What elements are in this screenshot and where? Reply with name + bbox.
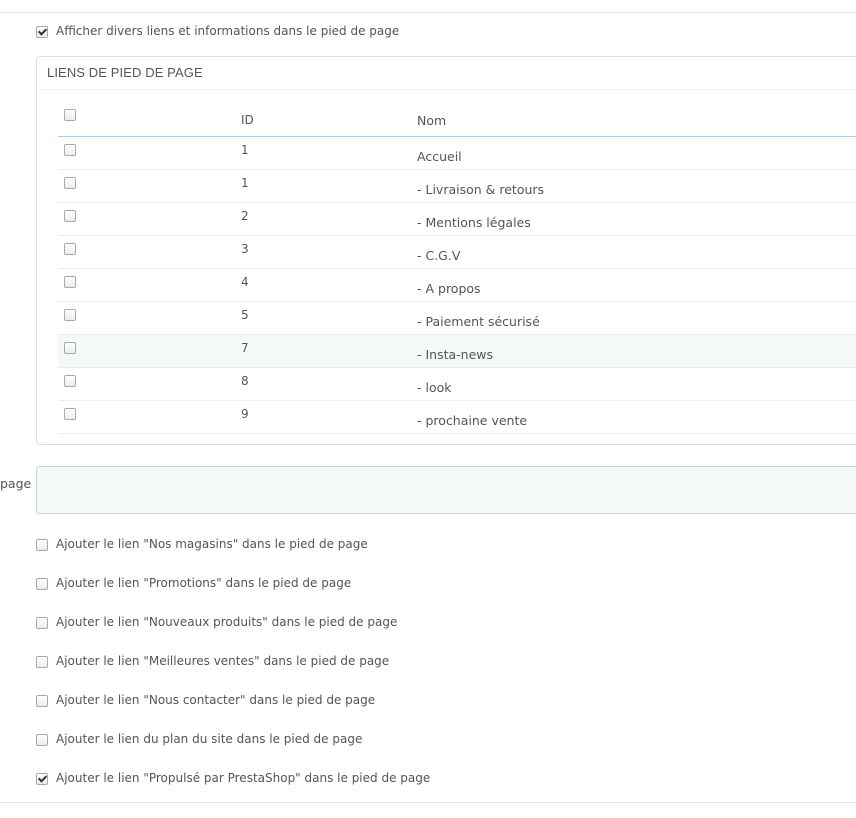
- row-name: - Livraison & retours: [417, 182, 545, 197]
- row-id: 1: [241, 143, 249, 157]
- option-best-sales-label: Ajouter le lien "Meilleures ventes" dans…: [56, 654, 390, 668]
- footer-links-panel: LIENS DE PIED DE PAGE ID Nom 1 Accueil 1…: [36, 56, 856, 445]
- table-row[interactable]: 2 - Mentions légales: [58, 203, 856, 236]
- row-name: - C.G.V: [417, 248, 461, 263]
- table-row[interactable]: 1 - Livraison & retours: [58, 170, 856, 203]
- row-name: - Paiement sécurisé: [417, 314, 540, 329]
- option-sitemap-checkbox[interactable]: [36, 734, 48, 746]
- row-checkbox[interactable]: [64, 408, 76, 420]
- row-name: - Insta-news: [417, 347, 494, 362]
- option-promotions-label: Ajouter le lien "Promotions" dans le pie…: [56, 576, 352, 590]
- row-id: 3: [241, 242, 249, 256]
- row-id: 1: [241, 176, 249, 190]
- option-stores-checkbox[interactable]: [36, 539, 48, 551]
- option-stores-label: Ajouter le lien "Nos magasins" dans le p…: [56, 537, 368, 551]
- row-checkbox[interactable]: [64, 243, 76, 255]
- show-footer-info-checkbox[interactable]: [36, 26, 48, 38]
- row-id: 2: [241, 209, 249, 223]
- option-contact-label: Ajouter le lien "Nous contacter" dans le…: [56, 693, 376, 707]
- option-new-products-label: Ajouter le lien "Nouveaux produits" dans…: [56, 615, 398, 629]
- table-header-row: ID Nom: [58, 98, 856, 137]
- panel-title: LIENS DE PIED DE PAGE: [47, 65, 203, 80]
- row-checkbox[interactable]: [64, 276, 76, 288]
- footer-links-table: ID Nom 1 Accueil 1 - Livraison & retours…: [58, 98, 856, 434]
- option-new-products-checkbox[interactable]: [36, 617, 48, 629]
- option-powered-by-label: Ajouter le lien "Propulsé par PrestaShop…: [56, 771, 431, 785]
- panel-heading: LIENS DE PIED DE PAGE: [37, 57, 856, 90]
- row-id: 4: [241, 275, 249, 289]
- table-row[interactable]: 4 - A propos: [58, 269, 856, 302]
- row-name: - look: [417, 380, 452, 395]
- row-id: 7: [241, 341, 249, 355]
- row-checkbox[interactable]: [64, 177, 76, 189]
- column-header-id: ID: [241, 113, 254, 127]
- row-checkbox[interactable]: [64, 210, 76, 222]
- option-best-sales-checkbox[interactable]: [36, 656, 48, 668]
- show-footer-info-label: Afficher divers liens et informations da…: [56, 24, 400, 38]
- option-contact-checkbox[interactable]: [36, 695, 48, 707]
- column-header-name: Nom: [417, 113, 447, 128]
- row-name: Accueil: [417, 149, 462, 164]
- row-checkbox[interactable]: [64, 144, 76, 156]
- row-id: 9: [241, 407, 249, 421]
- row-id: 5: [241, 308, 249, 322]
- row-checkbox[interactable]: [64, 309, 76, 321]
- row-id: 8: [241, 374, 249, 388]
- table-row[interactable]: 5 - Paiement sécurisé: [58, 302, 856, 335]
- top-divider: [0, 12, 856, 13]
- option-promotions-checkbox[interactable]: [36, 578, 48, 590]
- row-name: - A propos: [417, 281, 481, 296]
- bottom-divider: [0, 802, 856, 803]
- table-row[interactable]: 3 - C.G.V: [58, 236, 856, 269]
- table-row[interactable]: 7 - Insta-news: [58, 335, 856, 368]
- row-name: - Mentions légales: [417, 215, 531, 230]
- footer-text-input[interactable]: [36, 466, 856, 514]
- select-all-checkbox[interactable]: [64, 109, 76, 121]
- option-powered-by-checkbox[interactable]: [36, 773, 48, 785]
- option-sitemap-label: Ajouter le lien du plan du site dans le …: [56, 732, 363, 746]
- table-row[interactable]: 9 - prochaine vente: [58, 401, 856, 434]
- table-row[interactable]: 8 - look: [58, 368, 856, 401]
- row-checkbox[interactable]: [64, 375, 76, 387]
- row-name: - prochaine vente: [417, 413, 528, 428]
- table-row[interactable]: 1 Accueil: [58, 137, 856, 170]
- row-checkbox[interactable]: [64, 342, 76, 354]
- text-field-label: page: [0, 476, 32, 491]
